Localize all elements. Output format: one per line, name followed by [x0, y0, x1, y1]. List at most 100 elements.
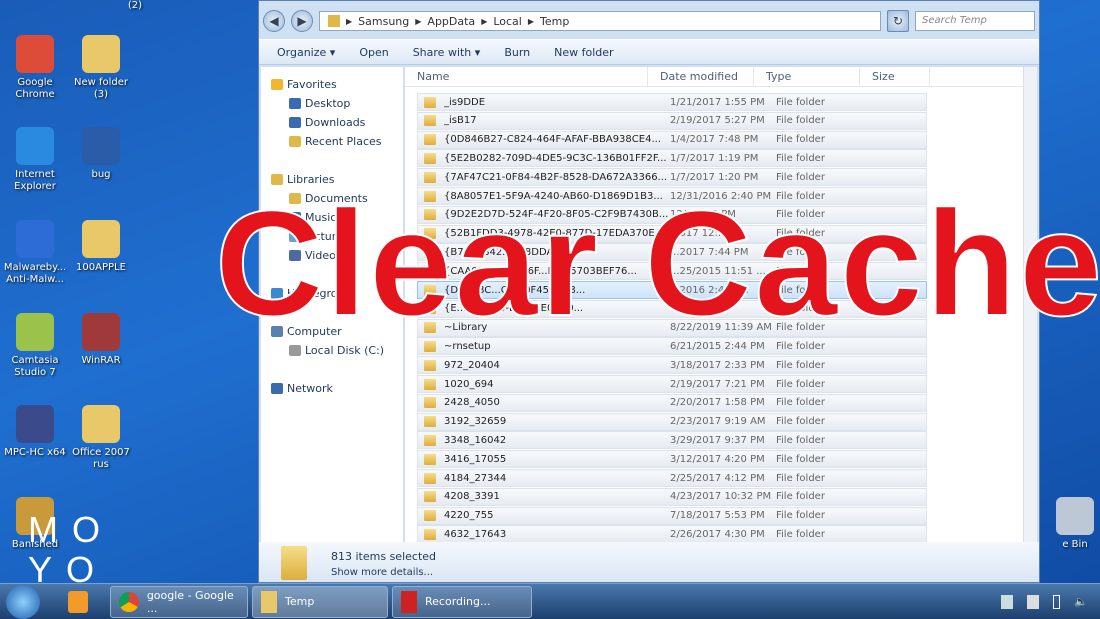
battery-icon[interactable]: [1053, 594, 1061, 609]
file-date: 4/23/2017 10:32 PM: [670, 491, 772, 503]
desktop-icon[interactable]: bug: [66, 127, 136, 181]
column-size[interactable]: Size: [860, 67, 930, 86]
chrome-icon: [119, 591, 139, 612]
breadcrumb-separator-icon: ▶: [481, 16, 488, 26]
taskbar: google - Google ... Temp Recording... 🔈: [0, 583, 1100, 619]
desktop-icon[interactable]: Camtasia Studio 7: [0, 313, 70, 379]
breadcrumb-separator-icon: ▶: [527, 16, 535, 26]
breadcrumb[interactable]: ▶ Samsung ▶ AppData ▶ Local ▶ Temp: [319, 11, 881, 31]
show-more-details-link[interactable]: Show more details...: [331, 567, 433, 578]
selection-count: 813 items selected: [331, 550, 437, 563]
file-row[interactable]: 4184_27344 2/25/2017 4:12 PM File folder: [417, 469, 927, 487]
search-input[interactable]: Search Temp: [915, 11, 1035, 31]
file-row[interactable]: _isB17 2/19/2017 5:27 PM File folder: [417, 111, 927, 130]
toolbar-button[interactable]: Organize ▾: [277, 46, 335, 59]
desktop-icon-label: bug: [91, 169, 111, 180]
breadcrumb-separator-icon: ▶: [415, 16, 422, 26]
desktop-shortcut-icon: [16, 313, 54, 351]
folder-icon: [424, 115, 436, 127]
watermark-logo: MO YO: [28, 509, 114, 590]
back-button[interactable]: ◀: [263, 10, 285, 32]
desktop-icon-label: WinRAR: [81, 355, 121, 366]
nav-item[interactable]: Favorites: [261, 75, 403, 94]
file-date: 1/4/2017 7:48 PM: [670, 134, 759, 146]
file-row[interactable]: {0D846B27-C824-464F-AFAF-BBA938CE4... 1/4…: [417, 130, 927, 149]
desktop-icon-label: MPC-HC x64: [4, 447, 66, 458]
breadcrumb-samsung[interactable]: Samsung: [358, 15, 409, 28]
command-bar: Organize ▾ Open Share with ▾ Burn New folder: [259, 39, 1039, 65]
nav-item[interactable]: Recent Places: [261, 132, 403, 151]
column-type[interactable]: Type: [754, 67, 860, 86]
file-row[interactable]: 3192_32659 2/23/2017 9:19 AM File folder: [417, 412, 927, 431]
toolbar-button[interactable]: Open: [359, 46, 388, 59]
desktop-icon[interactable]: MPC-HC x64: [0, 405, 70, 459]
start-button[interactable]: [6, 584, 40, 619]
file-date: 2/19/2017 5:27 PM: [670, 115, 765, 127]
file-date: 2/19/2017 7:21 PM: [670, 378, 765, 390]
file-name: 972_20404: [444, 359, 500, 371]
desktop-shortcut-icon: [16, 127, 54, 165]
file-row[interactable]: 3348_16042 3/29/2017 9:37 PM File folder: [417, 431, 927, 450]
volume-icon[interactable]: 🔈: [1074, 595, 1088, 608]
taskbar-item-chrome[interactable]: google - Google ...: [110, 585, 248, 618]
toolbar-button[interactable]: New folder: [554, 46, 613, 59]
file-type: File folder: [776, 472, 825, 484]
folder-icon: [424, 528, 436, 540]
file-name: {0D846B27-C824-464F-AFAF-BBA938CE4...: [444, 134, 661, 146]
file-type: File folder: [776, 152, 825, 164]
nav-item[interactable]: Network: [261, 379, 403, 398]
file-row[interactable]: 2428_4050 2/20/2017 1:58 PM File folder: [417, 393, 927, 412]
file-name: 3192_32659: [444, 416, 507, 428]
breadcrumb-appdata[interactable]: AppData: [427, 15, 475, 28]
file-name: {5E2B0282-709D-4DE5-9C3C-136B01FF2F...: [444, 152, 667, 164]
file-row[interactable]: 4208_3391 4/23/2017 10:32 PM File folder: [417, 487, 927, 506]
forward-button[interactable]: ▶: [291, 10, 313, 32]
folder-icon: [424, 472, 436, 484]
file-type: File folder: [776, 134, 825, 146]
media-player-icon[interactable]: [68, 590, 88, 613]
network-icon[interactable]: [1027, 594, 1040, 609]
folder-icon: [424, 453, 436, 465]
desktop-icon[interactable]: New folder (3): [66, 35, 136, 101]
toolbar-button[interactable]: Burn: [504, 46, 530, 59]
file-date: 2/20/2017 1:58 PM: [670, 397, 765, 409]
desktop-icon[interactable]: Office 2007 rus: [66, 405, 136, 471]
nav-item[interactable]: Downloads: [261, 113, 403, 132]
column-date[interactable]: Date modified: [648, 67, 754, 86]
taskbar-item-explorer[interactable]: Temp: [252, 585, 388, 618]
taskbar-item-recording[interactable]: Recording...: [392, 585, 532, 618]
desktop-icon[interactable]: WinRAR: [66, 313, 136, 367]
file-row[interactable]: 4632_17643 2/26/2017 4:30 PM File folder: [417, 525, 927, 544]
desktop-icon-recycle-bin[interactable]: e Bin: [1040, 497, 1100, 551]
language-icon[interactable]: [1001, 594, 1014, 609]
folder-icon: [261, 590, 277, 613]
folder-icon: [424, 397, 436, 409]
file-date: 2/26/2017 4:30 PM: [670, 528, 765, 540]
desktop-icon[interactable]: Internet Explorer: [0, 127, 70, 193]
nav-item[interactable]: Desktop: [261, 94, 403, 113]
file-row[interactable]: {5E2B0282-709D-4DE5-9C3C-136B01FF2F... 1/…: [417, 149, 927, 168]
file-date: 3/29/2017 9:37 PM: [670, 434, 765, 446]
desktop-icon[interactable]: Malwareby... Anti-Malw...: [0, 220, 70, 286]
file-name: 2428_4050: [444, 397, 500, 409]
file-row[interactable]: 1020_694 2/19/2017 7:21 PM File folder: [417, 375, 927, 393]
breadcrumb-temp[interactable]: Temp: [540, 15, 569, 28]
file-row[interactable]: 972_20404 3/18/2017 2:33 PM File folder: [417, 356, 927, 375]
folder-icon: [424, 152, 436, 164]
file-row[interactable]: _is9DDE 1/21/2017 1:55 PM File folder: [417, 93, 927, 111]
desktop-shortcut-icon: [82, 127, 120, 165]
file-row[interactable]: 3416_17055 3/12/2017 4:20 PM File folder: [417, 450, 927, 469]
file-row[interactable]: 4220_755 7/18/2017 5:53 PM File folder: [417, 506, 927, 525]
toolbar-button[interactable]: Share with ▾: [413, 46, 481, 59]
desktop-icon[interactable]: (2): [100, 0, 170, 12]
column-name[interactable]: Name: [405, 67, 648, 86]
refresh-button[interactable]: ↻: [887, 10, 909, 32]
desktop-shortcut-icon: [82, 313, 120, 351]
desktop-icon[interactable]: Google Chrome: [0, 35, 70, 101]
desktop-icon-label: (2): [127, 0, 143, 11]
desktop-icon[interactable]: 100APPLE: [66, 220, 136, 274]
breadcrumb-local[interactable]: Local: [493, 15, 522, 28]
nav-item[interactable]: [261, 360, 403, 379]
nav-item[interactable]: [261, 151, 403, 170]
overlay-title: Clear Cache: [214, 178, 1100, 348]
